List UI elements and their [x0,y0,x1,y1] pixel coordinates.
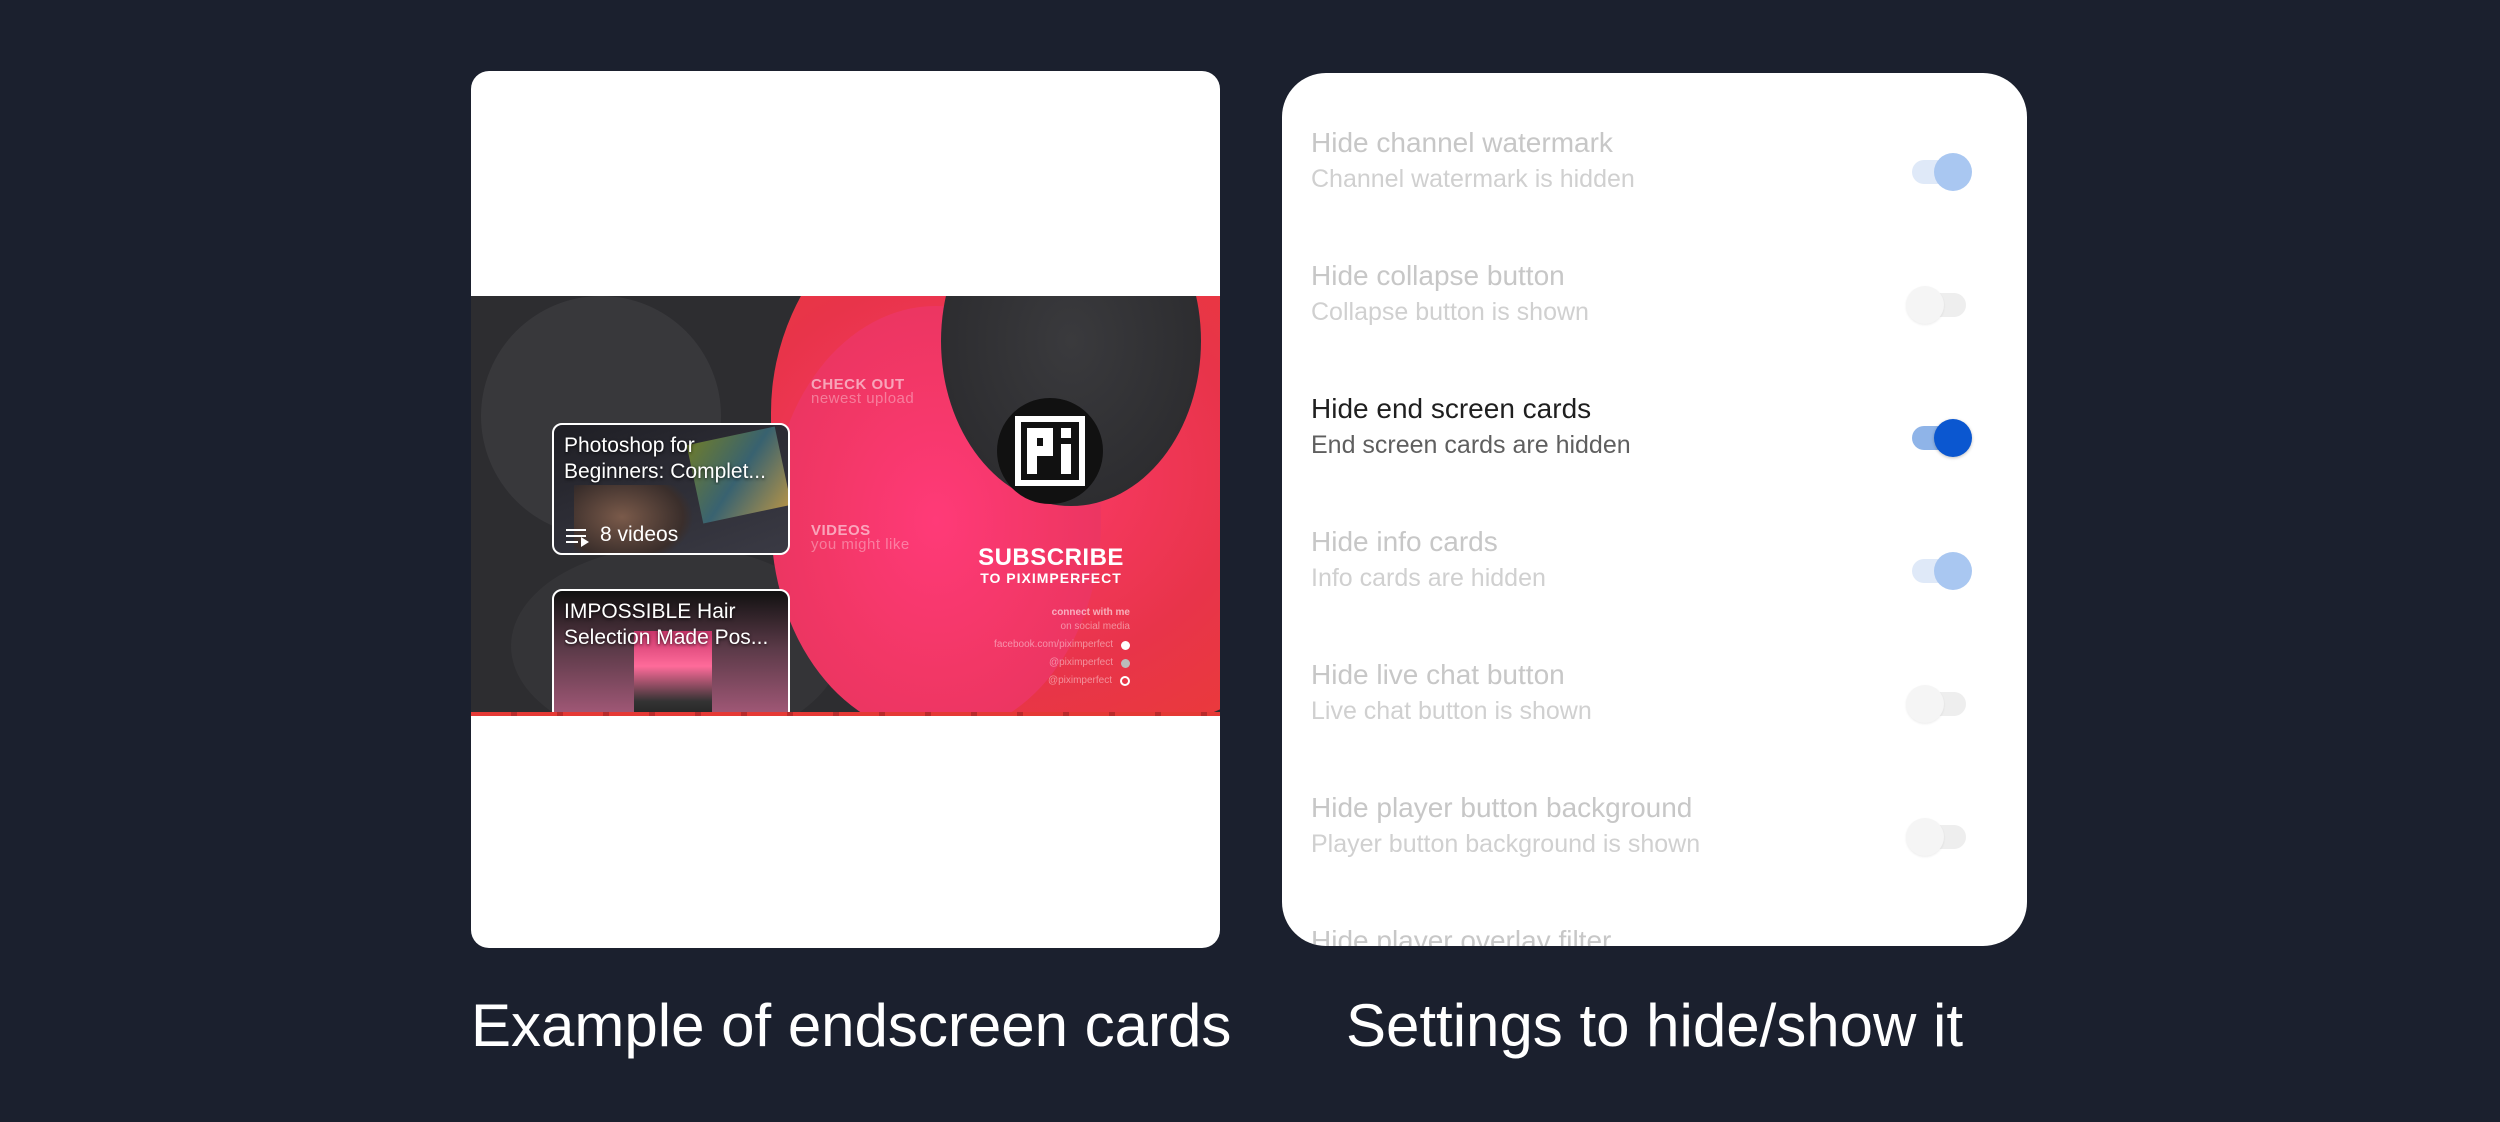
videos-label: VIDEOS you might like [811,523,910,553]
social-row-facebook: facebook.com/piximperfect [994,638,1130,652]
card-footer: 8 videos [566,523,678,547]
you-might-like-text: you might like [811,536,910,553]
playlist-icon [566,526,590,547]
card-title: IMPOSSIBLE Hair Selection Made Pos... [564,599,782,651]
check-out-label: CHECK OUT newest upload [811,377,915,407]
setting-title: Hide channel watermark [1311,127,1613,158]
newest-upload-text: newest upload [811,390,915,407]
video-end-screen: Photoshop for Beginners: Complet... 8 vi… [471,296,1220,716]
card-title-line: Photoshop for [564,434,695,457]
setting-hide-end-screen-cards[interactable]: Hide end screen cards End screen cards a… [1311,391,2001,481]
subscribe-text: SUBSCRIBE [978,544,1124,571]
endscreen-card-video[interactable]: IMPOSSIBLE Hair Selection Made Pos... [552,589,790,716]
card-title: Photoshop for Beginners: Complet... [564,433,782,485]
setting-title: Hide info cards [1311,526,1498,557]
setting-subtitle: Player button background is shown [1311,830,1701,858]
instagram-handle-text: @piximperfect [1047,675,1112,686]
setting-subtitle: Info cards are hidden [1311,564,1546,592]
social-heading: connect with me [1051,607,1130,618]
toggle-switch[interactable] [1906,284,1966,324]
setting-subtitle: Live chat button is shown [1311,697,1592,725]
facebook-link-text: facebook.com/piximperfect [994,639,1113,650]
toggle-switch[interactable] [1912,417,1972,457]
toggle-switch[interactable] [1912,550,1972,590]
setting-hide-player-button-background[interactable]: Hide player button background Player but… [1311,790,2001,880]
endscreen-caption: Example of endscreen cards [471,992,1232,1059]
setting-subtitle: Channel watermark is hidden [1311,165,1635,193]
setting-subtitle: End screen cards are hidden [1311,431,1631,459]
setting-title: Hide player button background [1311,792,1693,823]
social-subheading: on social media [1060,621,1130,632]
card-title-line: IMPOSSIBLE Hair [564,600,736,623]
setting-hide-info-cards[interactable]: Hide info cards Info cards are hidden [1311,524,2001,614]
card-title-line: Beginners: Complet... [564,460,766,483]
toggle-switch[interactable] [1912,151,1972,191]
social-row-instagram: @piximperfect [994,674,1130,688]
card-title-line: Selection Made Pos... [564,626,769,649]
setting-title: Hide player overlay filter [1311,925,1612,946]
setting-hide-player-overlay-filter[interactable]: Hide player overlay filter [1311,923,2001,946]
twitter-icon [1121,658,1130,668]
twitter-handle-text: @piximperfect [1048,657,1113,668]
facebook-icon [1121,640,1130,650]
social-links: connect with me on social media facebook… [994,606,1130,688]
instagram-icon [1120,676,1130,686]
progress-strip [471,712,1220,716]
subscribe-subtext: TO PIXIMPERFECT [980,570,1122,586]
video-count: 8 videos [600,523,679,546]
setting-subtitle: Collapse button is shown [1311,298,1589,326]
social-row-twitter: @piximperfect [994,656,1130,670]
subscribe-label: SUBSCRIBE TO PIXIMPERFECT [951,544,1151,586]
endscreen-example-panel: Photoshop for Beginners: Complet... 8 vi… [471,71,1220,948]
toggle-switch[interactable] [1906,683,1966,723]
pi-logo-icon [1015,416,1085,486]
setting-hide-collapse-button[interactable]: Hide collapse button Collapse button is … [1311,258,2001,348]
setting-hide-live-chat-button[interactable]: Hide live chat button Live chat button i… [1311,657,2001,747]
setting-title: Hide collapse button [1311,260,1565,291]
settings-panel: Hide channel watermark Channel watermark… [1282,73,2027,946]
settings-caption: Settings to hide/show it [1345,992,1964,1059]
setting-title: Hide live chat button [1311,659,1565,690]
toggle-switch[interactable] [1906,816,1966,856]
endscreen-card-playlist[interactable]: Photoshop for Beginners: Complet... 8 vi… [552,423,790,555]
channel-logo[interactable] [997,398,1103,504]
setting-title: Hide end screen cards [1311,393,1592,424]
setting-hide-channel-watermark[interactable]: Hide channel watermark Channel watermark… [1311,125,2001,215]
